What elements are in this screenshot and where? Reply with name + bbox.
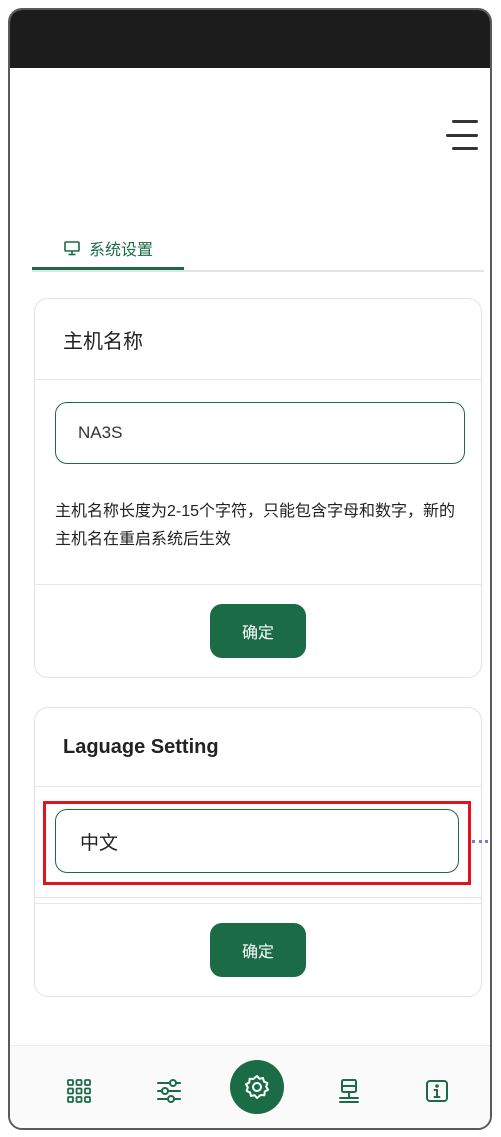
tab-label: 系统设置 bbox=[88, 241, 153, 259]
nav-apps[interactable] bbox=[52, 1064, 106, 1118]
language-card: Laguage Setting 中文 确定 bbox=[34, 707, 490, 997]
status-bar bbox=[10, 10, 490, 68]
nav-settings[interactable] bbox=[230, 1060, 284, 1114]
hamburger-menu-icon[interactable] bbox=[444, 120, 478, 150]
language-confirm-button[interactable]: 确定 bbox=[210, 923, 306, 977]
hostname-card-title: 主机名称 bbox=[35, 299, 481, 380]
language-select-row: 中文 bbox=[35, 787, 490, 898]
annotation-dotted-line bbox=[472, 840, 490, 843]
monitor-icon bbox=[64, 240, 80, 255]
sliders-icon bbox=[157, 1079, 181, 1103]
phone-frame: 系统设置 主机名称 主机名称长度为2-15个字符，只能包含字母和数字，新的主机名… bbox=[8, 8, 492, 1130]
network-icon bbox=[339, 1079, 359, 1103]
language-select[interactable]: 中文 bbox=[55, 809, 459, 873]
nav-info[interactable] bbox=[410, 1064, 464, 1118]
hostname-card-footer: 确定 bbox=[35, 584, 481, 677]
hostname-confirm-button[interactable]: 确定 bbox=[210, 604, 306, 658]
tab-system-settings[interactable]: 系统设置 bbox=[32, 228, 184, 270]
language-card-title: Laguage Setting bbox=[35, 708, 481, 787]
hostname-card: 主机名称 主机名称长度为2-15个字符，只能包含字母和数字，新的主机名在重启系统… bbox=[34, 298, 482, 678]
language-card-footer: 确定 bbox=[35, 903, 481, 996]
bottom-nav bbox=[10, 1045, 490, 1128]
nav-network[interactable] bbox=[322, 1064, 376, 1118]
gear-icon bbox=[245, 1075, 269, 1099]
apps-grid-icon bbox=[67, 1079, 91, 1103]
info-icon bbox=[426, 1080, 448, 1102]
nav-sliders[interactable] bbox=[142, 1064, 196, 1118]
hostname-input[interactable] bbox=[55, 402, 465, 464]
tab-bar: 系统设置 bbox=[32, 228, 484, 272]
hostname-hint: 主机名称长度为2-15个字符，只能包含字母和数字，新的主机名在重启系统后生效 bbox=[55, 503, 456, 548]
language-selected-value: 中文 bbox=[80, 832, 119, 854]
